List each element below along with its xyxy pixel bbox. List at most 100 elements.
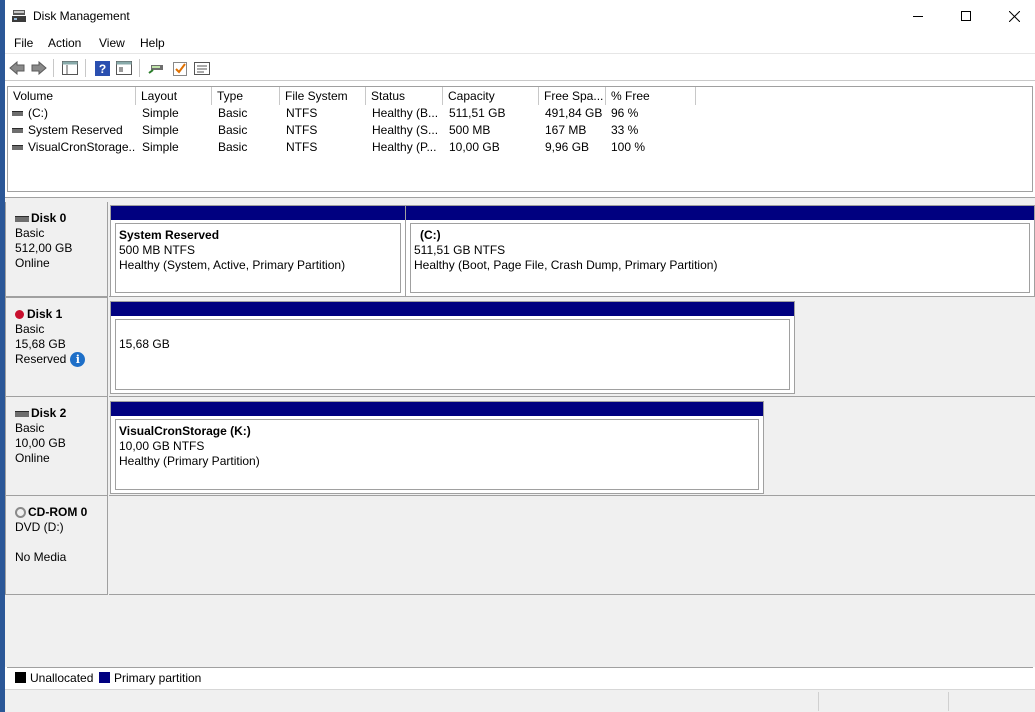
partition-bar [406, 206, 1034, 220]
disk-1-label[interactable]: Disk 1 Basic 15,68 GB Reserved i [5, 297, 108, 397]
partition-c[interactable]: (C:) 511,51 GB NTFS Healthy (Boot, Page … [405, 205, 1035, 297]
disk-size: 10,00 GB [15, 436, 66, 450]
help-button[interactable]: ? [92, 58, 112, 78]
disk-type: Basic [15, 421, 45, 435]
table-row[interactable]: (C:) Simple Basic NTFS Healthy (B... 511… [8, 105, 1032, 122]
menu-bar: File Action View Help [5, 32, 1035, 54]
disk-0-row: System Reserved 500 MB NTFS Healthy (Sys… [109, 202, 1035, 297]
partition-body: (C:) 511,51 GB NTFS Healthy (Boot, Page … [410, 223, 1030, 293]
partition-body: VisualCronStorage (K:) 10,00 GB NTFS Hea… [115, 419, 759, 490]
minimize-button[interactable] [895, 0, 941, 32]
title-bar[interactable]: Disk Management [5, 0, 1035, 32]
toolbar-separator [139, 59, 140, 77]
help-icon: ? [94, 60, 110, 76]
back-icon [9, 61, 25, 75]
disk-state: No Media [15, 550, 67, 564]
properties-icon [116, 61, 132, 75]
volume-list[interactable]: Volume Layout Type File System Status Ca… [7, 86, 1033, 192]
minimize-icon [913, 15, 923, 17]
properties-button[interactable] [114, 58, 134, 78]
cell-percent-free: 33 % [611, 123, 639, 137]
table-row[interactable]: System Reserved Simple Basic NTFS Health… [8, 122, 1032, 139]
volume-icon [12, 111, 23, 116]
info-icon[interactable]: i [70, 352, 86, 367]
list-view-icon [194, 61, 210, 75]
partition-disk-1[interactable]: 15,68 GB [110, 301, 795, 394]
cell-percent-free: 96 % [611, 106, 639, 120]
volume-icon [12, 145, 23, 150]
menu-file[interactable]: File [14, 36, 33, 50]
column-header-capacity[interactable]: Capacity [443, 87, 539, 105]
partition-size: 10,00 GB NTFS [119, 439, 205, 453]
column-header-volume[interactable]: Volume [8, 87, 136, 105]
status-bar [5, 689, 1035, 712]
legend-label: Primary partition [114, 671, 202, 685]
disk-map[interactable]: Disk 0 Basic 512,00 GB Online System Res… [5, 197, 1035, 667]
connect-disk-icon [148, 65, 163, 74]
partition-name: (C:) [420, 228, 441, 242]
console-tree-button[interactable] [60, 58, 80, 78]
forward-button[interactable] [29, 58, 49, 78]
partition-visualcronstorage[interactable]: VisualCronStorage (K:) 10,00 GB NTFS Hea… [110, 401, 764, 494]
cell-free-space: 9,96 GB [545, 140, 590, 154]
cell-layout: Simple [142, 140, 179, 154]
partition-size: 15,68 GB [119, 337, 170, 351]
column-header-type[interactable]: Type [212, 87, 280, 105]
disk-icon [15, 410, 29, 417]
column-header-free-space[interactable]: Free Spa... [539, 87, 606, 105]
cell-file-system: NTFS [286, 106, 318, 120]
connect-disk-button[interactable] [146, 58, 166, 78]
cell-free-space: 167 MB [545, 123, 587, 137]
disk-state: Online [15, 451, 50, 465]
legend-label: Unallocated [30, 671, 94, 685]
legend-swatch-unallocated [15, 672, 26, 683]
disk-type: Basic [15, 322, 45, 336]
disk-icon [15, 215, 29, 222]
partition-size: 500 MB NTFS [119, 243, 196, 257]
menu-help[interactable]: Help [140, 36, 165, 50]
cell-status: Healthy (B... [372, 106, 439, 120]
cell-volume: System Reserved [28, 123, 123, 137]
column-header-percent-free[interactable]: % Free [606, 87, 696, 105]
cell-type: Basic [218, 140, 248, 154]
svg-text:?: ? [98, 62, 105, 76]
back-button[interactable] [7, 58, 27, 78]
cell-percent-free: 100 % [611, 140, 646, 154]
list-view-button[interactable] [192, 58, 212, 78]
menu-action[interactable]: Action [48, 36, 81, 50]
disk-name: Disk 0 [31, 211, 67, 225]
cell-status: Healthy (S... [372, 123, 439, 137]
cell-free-space: 491,84 GB [545, 106, 603, 120]
close-button[interactable] [991, 0, 1035, 32]
check-button[interactable] [170, 58, 190, 78]
cdrom-0-row [109, 496, 1035, 595]
window-title: Disk Management [33, 9, 130, 23]
legend: Unallocated Primary partition [7, 667, 1033, 687]
partition-name: System Reserved [119, 228, 220, 242]
menu-view[interactable]: View [99, 36, 125, 50]
disk-state: Reserved [15, 352, 67, 366]
table-row[interactable]: VisualCronStorage... Simple Basic NTFS H… [8, 139, 1032, 156]
column-header-file-system[interactable]: File System [280, 87, 366, 105]
column-header-status[interactable]: Status [366, 87, 443, 105]
legend-swatch-primary [99, 672, 110, 683]
disk-2-label[interactable]: Disk 2 Basic 10,00 GB Online [5, 397, 108, 496]
status-pane [818, 692, 948, 711]
disk-size: 512,00 GB [15, 241, 73, 255]
cdrom-0-label[interactable]: CD-ROM 0 DVD (D:) No Media [5, 496, 108, 595]
disk-state: Online [15, 256, 50, 270]
cell-layout: Simple [142, 123, 179, 137]
partition-system-reserved[interactable]: System Reserved 500 MB NTFS Healthy (Sys… [110, 205, 406, 297]
error-icon [15, 310, 24, 319]
cell-capacity: 500 MB [449, 123, 491, 137]
cell-file-system: NTFS [286, 140, 318, 154]
disk-0-label[interactable]: Disk 0 Basic 512,00 GB Online [5, 202, 108, 297]
disk-name: CD-ROM 0 [28, 505, 88, 519]
column-header-layout[interactable]: Layout [136, 87, 212, 105]
partition-bar [111, 402, 763, 416]
partition-body: System Reserved 500 MB NTFS Healthy (Sys… [115, 223, 401, 293]
maximize-button[interactable] [943, 0, 989, 32]
partition-name: VisualCronStorage (K:) [119, 424, 251, 438]
close-icon [1008, 10, 1020, 22]
partition-bar [111, 206, 405, 220]
